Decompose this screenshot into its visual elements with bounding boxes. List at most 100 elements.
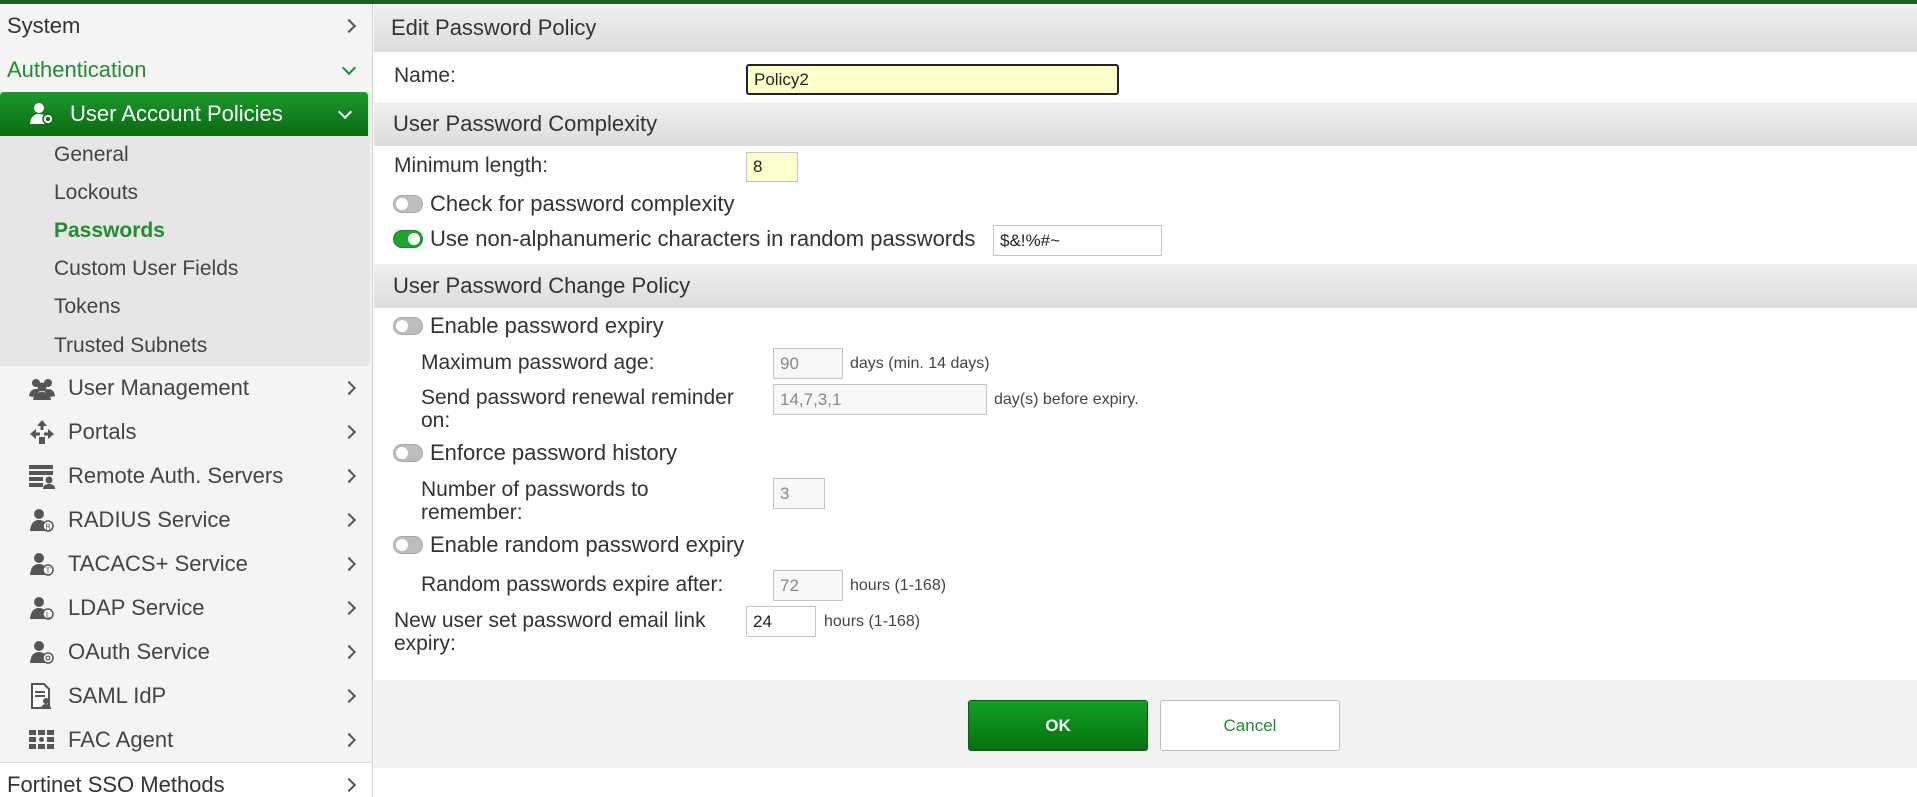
- check-complexity-label: Check for password complexity: [430, 191, 735, 216]
- reminder-label-line2: on:: [421, 409, 451, 432]
- chevron-right-icon: [341, 777, 357, 792]
- password-expiry-toggle[interactable]: [393, 317, 423, 335]
- password-expiry-row: Enable password expiry: [374, 308, 1917, 344]
- radius-icon: R: [28, 506, 56, 534]
- nav-ldap-service[interactable]: L LDAP Service: [0, 586, 372, 630]
- portals-icon: [28, 418, 56, 446]
- email-link-input[interactable]: [746, 606, 816, 637]
- nav-system[interactable]: System: [0, 4, 372, 48]
- nav-user-account-policies[interactable]: User Account Policies: [0, 92, 368, 136]
- remember-label-line1: Number of passwords to: [421, 478, 649, 501]
- fac-agent-icon: [28, 726, 56, 754]
- name-input[interactable]: [746, 64, 1119, 95]
- cancel-button-label: Cancel: [1223, 715, 1277, 735]
- password-expiry-label: Enable password expiry: [430, 313, 664, 338]
- nav-user-management[interactable]: User Management: [0, 366, 372, 410]
- page-title-text: Edit Password Policy: [391, 15, 597, 40]
- sub-item-trusted-subnets[interactable]: Trusted Subnets: [0, 326, 370, 366]
- chevron-right-icon: [341, 732, 357, 748]
- user-policy-icon: [28, 100, 56, 128]
- non-alnum-label: Use non-alphanumeric characters in rando…: [430, 226, 976, 251]
- sub-item-lockouts[interactable]: Lockouts: [0, 174, 370, 212]
- nav-authentication[interactable]: Authentication: [0, 48, 372, 92]
- complexity-header-text: User Password Complexity: [393, 111, 658, 136]
- oauth-icon: [28, 638, 56, 666]
- sub-item-passwords[interactable]: Passwords: [0, 212, 370, 250]
- max-age-hint: days (min. 14 days): [850, 355, 990, 372]
- min-length-input[interactable]: [746, 152, 798, 182]
- svg-text:T: T: [45, 567, 51, 576]
- sub-item-general[interactable]: General: [0, 136, 370, 174]
- chevron-right-icon: [341, 468, 357, 484]
- change-policy-header-text: User Password Change Policy: [393, 273, 691, 298]
- nav-item-label: LDAP Service: [68, 595, 205, 620]
- password-history-toggle[interactable]: [393, 444, 423, 462]
- users-icon: [28, 374, 56, 402]
- ok-button[interactable]: OK: [968, 700, 1148, 751]
- random-after-row: Random passwords expire after: hours (1-…: [374, 566, 1917, 606]
- nav-system-label: System: [7, 13, 81, 38]
- reminder-input[interactable]: [773, 384, 987, 415]
- servers-icon: [28, 462, 56, 490]
- chevron-right-icon: [341, 600, 357, 616]
- nav-item-label: Portals: [68, 419, 137, 444]
- nav-portals[interactable]: Portals: [0, 410, 372, 454]
- chevron-right-icon: [341, 424, 357, 440]
- ok-button-label: OK: [1045, 715, 1071, 735]
- sidebar: System Authentication User Account Polic…: [0, 4, 373, 797]
- sub-item-label: Tokens: [54, 295, 121, 318]
- max-age-row: Maximum password age: days (min. 14 days…: [374, 344, 1917, 384]
- edit-password-policy-panel: Edit Password Policy Name: User Password…: [374, 4, 1917, 797]
- svg-text:R: R: [45, 523, 51, 532]
- ldap-icon: L: [28, 594, 56, 622]
- chevron-right-icon: [341, 18, 357, 34]
- non-alnum-toggle[interactable]: [393, 230, 423, 248]
- non-alnum-chars-input[interactable]: [993, 225, 1162, 256]
- remember-input[interactable]: [773, 478, 825, 509]
- check-complexity-toggle[interactable]: [393, 195, 423, 213]
- email-link-row: New user set password email link expiry:…: [374, 606, 1917, 658]
- dialog-footer: OK Cancel: [374, 680, 1917, 768]
- chevron-right-icon: [341, 512, 357, 528]
- sub-item-label: Passwords: [54, 219, 165, 242]
- nav-tacacs-service[interactable]: T TACACS+ Service: [0, 542, 372, 586]
- name-label: Name:: [394, 64, 456, 87]
- check-complexity-row: Check for password complexity: [374, 186, 1917, 222]
- random-expiry-label: Enable random password expiry: [430, 532, 745, 557]
- reminder-label-line1: Send password renewal reminder: [421, 386, 734, 409]
- min-length-label: Minimum length:: [394, 154, 549, 177]
- reminder-row: Send password renewal reminder on: day(s…: [374, 384, 1917, 438]
- random-after-input[interactable]: [773, 570, 843, 601]
- cancel-button[interactable]: Cancel: [1160, 700, 1340, 751]
- nav-authentication-label: Authentication: [7, 57, 147, 82]
- random-expiry-toggle[interactable]: [393, 536, 423, 554]
- sub-item-label: Trusted Subnets: [54, 334, 208, 357]
- nav-fac-agent[interactable]: FAC Agent: [0, 718, 372, 762]
- nav-fortinet-sso-label: Fortinet SSO Methods: [7, 771, 225, 797]
- chevron-down-icon: [337, 104, 353, 120]
- saml-icon: [28, 682, 56, 710]
- password-history-row: Enforce password history: [374, 438, 1917, 474]
- sub-item-custom-user-fields[interactable]: Custom User Fields: [0, 250, 370, 288]
- reminder-hint: day(s) before expiry.: [994, 391, 1139, 408]
- chevron-right-icon: [341, 644, 357, 660]
- remember-row: Number of passwords to remember:: [374, 474, 1917, 530]
- nav-item-label: User Management: [68, 375, 249, 400]
- max-age-label: Maximum password age:: [421, 351, 655, 374]
- max-age-input[interactable]: [773, 348, 843, 379]
- nav-item-label: RADIUS Service: [68, 507, 231, 532]
- random-expiry-row: Enable random password expiry: [374, 530, 1917, 566]
- nav-fortinet-sso-methods[interactable]: Fortinet SSO Methods: [0, 762, 372, 797]
- name-row: Name:: [374, 52, 1917, 102]
- nav-oauth-service[interactable]: OAuth Service: [0, 630, 372, 674]
- user-account-policies-group: User Account Policies General Lockouts P…: [0, 92, 370, 366]
- email-link-label-line1: New user set password email link: [394, 609, 706, 632]
- nav-item-label: OAuth Service: [68, 639, 210, 664]
- nav-saml-idp[interactable]: SAML IdP: [0, 674, 372, 718]
- sub-item-tokens[interactable]: Tokens: [0, 288, 370, 326]
- nav-radius-service[interactable]: R RADIUS Service: [0, 498, 372, 542]
- sub-item-label: General: [54, 143, 129, 166]
- random-after-hint: hours (1-168): [850, 577, 947, 594]
- nav-remote-auth-servers[interactable]: Remote Auth. Servers: [0, 454, 372, 498]
- page-title: Edit Password Policy: [374, 4, 1917, 52]
